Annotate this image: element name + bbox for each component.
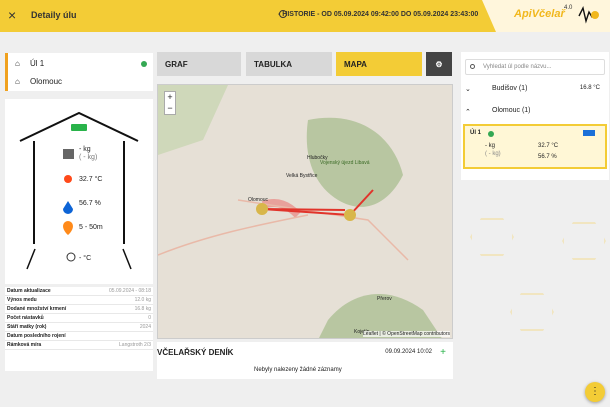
stat-row: Stáří matky (rok) 2024 xyxy=(5,324,153,332)
selected-hive-weight-delta: ( - kg) xyxy=(485,151,501,157)
logo: ApiVčelař 4.0 xyxy=(482,0,610,32)
location-pin-icon xyxy=(141,61,147,67)
zoom-in-button[interactable]: + xyxy=(165,92,175,103)
group-temperature: 16.8 °C xyxy=(579,85,600,91)
hive-stats-table: Datum aktualizace 05.09.2024 - 08:18 Výno… xyxy=(5,287,153,371)
hive-info: ⌂ Úl 1 ⌂ Olomouc xyxy=(5,53,153,91)
selected-hive-temperature: 32.7 °C xyxy=(538,143,559,149)
diary-empty-message: Nebyly nalezeny žádné záznamy xyxy=(254,367,342,373)
decorative-hex xyxy=(470,218,514,256)
hive-name: Úl 1 xyxy=(30,59,45,68)
top-bar: × Detaily úlu - HISTORIE - OD 05.09.2024… xyxy=(0,0,610,32)
group-olomouc[interactable]: Olomouc (1) xyxy=(492,107,531,114)
selected-hive-name: Úl 1 xyxy=(470,130,482,136)
home-icon: ⌂ xyxy=(15,59,20,68)
stat-row: Datum posledního rojení xyxy=(5,332,153,341)
stat-row: Počet nástavků 0 xyxy=(5,315,153,323)
tab-map[interactable]: MAPA xyxy=(336,52,422,76)
decorative-hex xyxy=(562,222,606,260)
logo-version: 4.0 xyxy=(564,5,573,11)
zoom-out-button[interactable]: − xyxy=(165,103,175,114)
map-label: Vojenský újezd Libavá xyxy=(320,160,370,166)
map-location-icon: ⌂ xyxy=(15,77,20,86)
diary-date: 09.09.2024 10:02 xyxy=(385,349,432,355)
tab-table[interactable]: TABULKA xyxy=(246,52,332,76)
map-view[interactable]: + − Olomouc Velká Bystřice Hlubočky Voje… xyxy=(157,84,453,339)
hive-sidebar: Vyhledat úl podle názvu... ⌄ Budišov (1)… xyxy=(461,52,609,180)
page-title: Detaily úlu xyxy=(31,10,77,20)
group-budisov[interactable]: Budišov (1) xyxy=(492,85,527,92)
selected-hive-card[interactable]: Úl 1 - kg ( - kg) 32.7 °C 56.7 % xyxy=(463,124,607,169)
chevron-up-icon[interactable]: ⌃ xyxy=(465,108,471,116)
close-button[interactable]: × xyxy=(8,7,16,23)
logo-text: ApiVčelař xyxy=(514,8,565,20)
map-label: Přerov xyxy=(377,296,392,302)
settings-button[interactable]: ⚙ xyxy=(426,52,452,76)
hive-weight-delta: ( - kg) xyxy=(79,154,98,161)
map-attribution: Leaflet | © OpenStreetMap contributors xyxy=(363,331,450,337)
diary-title: VČELAŘSKÝ DENÍK xyxy=(157,348,234,357)
selected-hive-weight: - kg xyxy=(485,143,496,149)
hive-humidity: 56.7 % xyxy=(79,200,101,207)
outside-temperature: - °C xyxy=(79,255,92,262)
location-pin-icon xyxy=(488,131,494,137)
map-label: Velká Bystřice xyxy=(286,173,318,179)
chevron-down-icon[interactable]: ⌄ xyxy=(465,85,471,93)
beekeeping-diary: VČELAŘSKÝ DENÍK 09.09.2024 10:02 + Nebyl… xyxy=(157,342,453,379)
hive-weight: - kg xyxy=(79,146,91,153)
decorative-hex xyxy=(510,293,554,331)
stat-row: Dodané množství krmení 16.8 kg xyxy=(5,306,153,314)
hive-location: Olomouc xyxy=(30,77,63,86)
search-input[interactable]: Vyhledat úl podle názvu... xyxy=(465,59,605,75)
hive-card: - kg ( - kg) 32.7 °C 56.7 % 5 - 50m - °C xyxy=(5,99,153,284)
more-actions-button[interactable]: ⋮ xyxy=(585,382,605,402)
tab-graph[interactable]: GRAF xyxy=(157,52,241,76)
history-range: - HISTORIE - OD 05.09.2024 09:42:00 DO 0… xyxy=(278,11,479,18)
hive-temperature: 32.7 °C xyxy=(79,176,103,183)
add-diary-entry-button[interactable]: + xyxy=(440,347,446,358)
stat-row: Výnos medu 12.0 kg xyxy=(5,297,153,305)
map-zoom-control[interactable]: + − xyxy=(164,91,176,115)
stat-row: Rámková míra Langstroth 2/3 xyxy=(5,342,153,350)
gear-icon: ⚙ xyxy=(435,59,443,69)
stat-row: Datum aktualizace 05.09.2024 - 08:18 xyxy=(5,288,153,296)
map-label: Olomouc xyxy=(248,197,269,203)
selected-hive-humidity: 56.7 % xyxy=(538,154,557,160)
signal-icon xyxy=(583,130,595,136)
hive-distance: 5 - 50m xyxy=(79,224,103,231)
